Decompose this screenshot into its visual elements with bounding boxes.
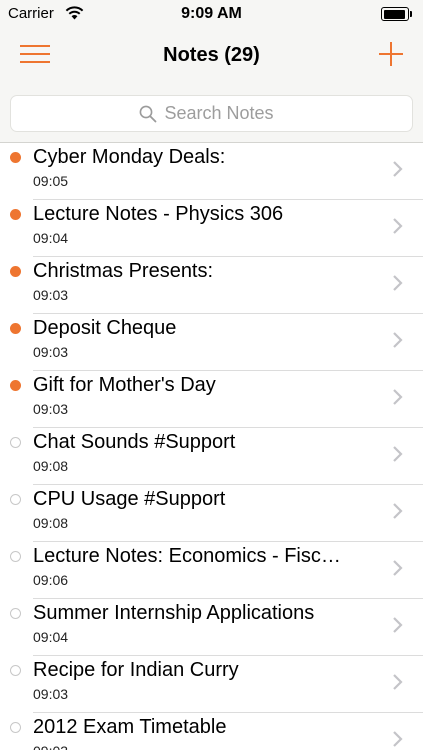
note-time: 09:04 — [33, 629, 69, 645]
note-title: CPU Usage #Support — [33, 488, 226, 510]
chevron-right-icon — [393, 503, 403, 519]
status-time: 9:09 AM — [181, 5, 242, 22]
battery-icon — [381, 7, 413, 21]
note-title: Summer Internship Applications — [33, 602, 315, 624]
note-row[interactable]: Cyber Monday Deals: 09:05 — [0, 143, 423, 200]
note-title: Cyber Monday Deals: — [33, 146, 226, 168]
unread-dot-icon — [10, 266, 21, 277]
chevron-right-icon — [393, 617, 403, 633]
page-title: Notes (29) — [163, 44, 260, 66]
chevron-right-icon — [393, 161, 403, 177]
note-time: 09:06 — [33, 572, 69, 588]
chevron-right-icon — [393, 446, 403, 462]
note-row[interactable]: 2012 Exam Timetable 09:03 — [0, 713, 423, 750]
note-time: 09:03 — [33, 344, 69, 360]
note-title: Recipe for Indian Curry — [33, 659, 239, 681]
header-area: Carrier 9:09 AM Notes (29) — [0, 0, 423, 143]
hamburger-menu-icon[interactable] — [20, 43, 52, 65]
plus-icon[interactable] — [379, 42, 403, 66]
note-row[interactable]: Christmas Presents: 09:03 — [0, 257, 423, 314]
note-row[interactable]: Lecture Notes: Economics - Fisc… 09:06 — [0, 542, 423, 599]
note-title: Gift for Mother's Day — [33, 374, 216, 396]
note-time: 09:08 — [33, 458, 69, 474]
search-icon — [139, 105, 156, 122]
note-time: 09:03 — [33, 743, 68, 750]
note-time: 09:03 — [33, 287, 69, 303]
note-title: Lecture Notes - Physics 306 — [33, 203, 284, 225]
note-row[interactable]: Chat Sounds #Support 09:08 — [0, 428, 423, 485]
chevron-right-icon — [393, 332, 403, 348]
note-title: Lecture Notes: Economics - Fisc… — [33, 545, 341, 567]
unread-dot-icon — [10, 152, 21, 163]
note-row[interactable]: Summer Internship Applications 09:04 — [0, 599, 423, 656]
read-dot-icon — [10, 551, 21, 562]
note-time: 09:08 — [33, 515, 69, 531]
note-time: 09:03 — [33, 686, 69, 702]
read-dot-icon — [10, 665, 21, 676]
note-row[interactable]: Gift for Mother's Day 09:03 — [0, 371, 423, 428]
read-dot-icon — [10, 608, 21, 619]
note-row[interactable]: Lecture Notes - Physics 306 09:04 — [0, 200, 423, 257]
read-dot-icon — [10, 437, 21, 448]
unread-dot-icon — [10, 209, 21, 220]
read-dot-icon — [10, 494, 21, 505]
chevron-right-icon — [393, 731, 403, 747]
note-row[interactable]: Deposit Cheque 09:03 — [0, 314, 423, 371]
chevron-right-icon — [393, 218, 403, 234]
note-title: Chat Sounds #Support — [33, 431, 236, 453]
search-input[interactable] — [164, 103, 285, 124]
unread-dot-icon — [10, 323, 21, 334]
chevron-right-icon — [393, 275, 403, 291]
chevron-right-icon — [393, 560, 403, 576]
note-row[interactable]: CPU Usage #Support 09:08 — [0, 485, 423, 542]
unread-dot-icon — [10, 380, 21, 391]
status-bar: Carrier 9:09 AM — [0, 0, 423, 28]
read-dot-icon — [10, 722, 21, 733]
note-title: Christmas Presents: — [33, 260, 214, 282]
note-time: 09:05 — [33, 173, 69, 189]
notes-list: Cyber Monday Deals: 09:05 Lecture Notes - … — [0, 143, 423, 750]
note-row[interactable]: Recipe for Indian Curry 09:03 — [0, 656, 423, 713]
chevron-right-icon — [393, 674, 403, 690]
search-bar[interactable] — [10, 95, 413, 132]
note-time: 09:04 — [33, 230, 69, 246]
note-title: 2012 Exam Timetable — [33, 716, 227, 738]
note-title: Deposit Cheque — [33, 317, 177, 339]
note-time: 09:03 — [33, 401, 69, 417]
chevron-right-icon — [393, 389, 403, 405]
